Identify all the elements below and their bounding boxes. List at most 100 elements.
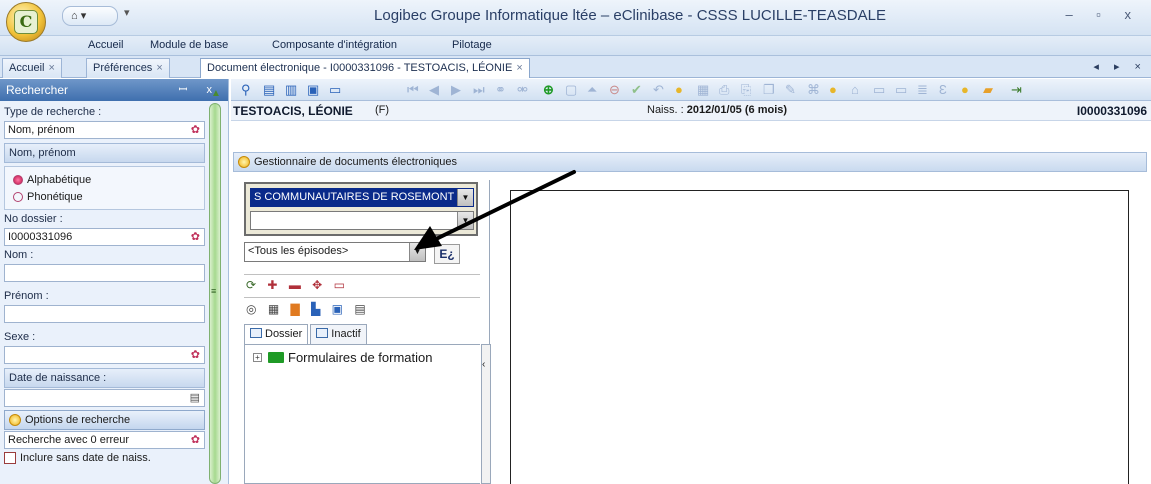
tab-document-electronique[interactable]: Document électronique - I0000331096 - TE… (200, 58, 530, 78)
document-viewer (510, 190, 1129, 484)
tab-preferences[interactable]: Préférences × (86, 58, 170, 78)
tree-item-formulaires[interactable]: + Formulaires de formation (253, 350, 433, 365)
tree-splitter[interactable]: ‹ (481, 344, 491, 484)
menu-pilotage[interactable]: Pilotage (452, 39, 492, 51)
attach-icon[interactable]: ⌘ (807, 82, 820, 98)
undo-icon[interactable]: ↶ (653, 82, 664, 98)
menu-accueil[interactable]: Accueil (88, 39, 123, 51)
copy-icon[interactable]: ❐ (763, 82, 775, 98)
export-icon[interactable]: ▭ (873, 82, 885, 98)
search-icon[interactable]: ⚲ (241, 82, 251, 98)
save-icon[interactable]: ▦ (697, 82, 709, 98)
tab-inactif[interactable]: Inactif (310, 324, 367, 344)
tab-accueil[interactable]: Accueil × (2, 58, 62, 78)
note-icon[interactable]: ● (829, 82, 837, 98)
calendar-icon[interactable]: ▤ (190, 391, 200, 404)
prenom-input[interactable] (4, 305, 205, 323)
status-icon[interactable]: ● (675, 82, 683, 98)
lock-icon[interactable]: ⌂ (851, 82, 859, 98)
new-doc-icon[interactable]: ▢ (565, 82, 577, 98)
link-icon[interactable]: ⚭ (495, 82, 506, 98)
first-page-icon[interactable]: ⏮ (407, 82, 419, 98)
expand-node-icon[interactable]: + (253, 353, 262, 362)
move-icon[interactable]: ✥ (312, 278, 326, 292)
edit-icon[interactable]: ✎ (785, 82, 796, 98)
qat-customize-icon[interactable]: ▾ (124, 6, 130, 19)
properties-icon[interactable]: ▤ (354, 302, 369, 316)
picker-icon[interactable]: ✿ (191, 433, 200, 446)
inclure-sans-date-checkbox[interactable]: Inclure sans date de naiss. (4, 452, 205, 464)
folder-icon[interactable]: ▰ (983, 82, 993, 98)
binoculars-icon[interactable]: ◎ (246, 302, 260, 316)
radio-alphabetique[interactable]: Alphabétique (13, 171, 196, 188)
panel-splitter[interactable]: ▲ ≡ (209, 88, 221, 484)
tab-dossier[interactable]: Dossier (244, 324, 309, 344)
date-naissance-input[interactable]: ▤ (4, 389, 205, 407)
collapse-up-icon[interactable]: ▲ (211, 88, 221, 99)
close-icon[interactable]: × (48, 62, 54, 74)
picker-icon[interactable]: ✿ (191, 348, 200, 361)
print-icon[interactable]: ⎘ (741, 82, 751, 98)
prev-page-icon[interactable]: ◀ (429, 82, 439, 98)
menu-composante-integration[interactable]: Composante d'intégration (272, 39, 397, 51)
next-page-icon[interactable]: ▶ (451, 82, 461, 98)
window-controls[interactable]: – ▫ x (1065, 7, 1141, 22)
report-icon[interactable]: ≣ (917, 82, 928, 98)
import-icon[interactable]: ▭ (895, 82, 907, 98)
menu-module-de-base[interactable]: Module de base (150, 39, 228, 51)
tree-actions-toolbar: ⟳ ✚ ▬ ✥ ▭ (246, 278, 349, 292)
exit-icon[interactable]: ⇥ (1011, 82, 1022, 98)
close-icon[interactable]: × (516, 62, 522, 74)
options-recherche-button[interactable]: Options de recherche (4, 410, 205, 430)
remove-icon[interactable]: ▭ (334, 278, 349, 292)
patient-name: TESTOACIS, LÉONIE (233, 104, 353, 118)
title-bar: C ⌂ ▾ ▾ Logibec Groupe Informatique ltée… (0, 0, 1151, 42)
folder-icon (268, 352, 284, 363)
sign-icon[interactable]: Ɛ (939, 82, 947, 98)
episodes-combobox[interactable]: <Tous les épisodes> ▼ (244, 242, 426, 262)
window-icon[interactable]: ▭ (329, 82, 341, 98)
close-icon[interactable]: × (156, 62, 162, 74)
picker-icon[interactable]: ✿ (191, 123, 200, 136)
validate-icon[interactable]: ✔ (631, 82, 642, 98)
alert-icon[interactable]: ● (961, 82, 969, 98)
nom-input[interactable] (4, 264, 205, 282)
list-view-icon[interactable]: ▤ (263, 82, 275, 98)
radio-phonetique[interactable]: Phonétique (13, 188, 196, 205)
image-icon[interactable]: ▣ (307, 82, 319, 98)
calendar-icon[interactable]: ▦ (268, 302, 283, 316)
collapse-icon[interactable]: ▬ (289, 278, 305, 292)
patient-sex: (F) (375, 104, 390, 116)
eclinibase-logo-icon: C (14, 10, 38, 34)
upload-icon[interactable]: ⏶ (587, 82, 597, 98)
tree-view-icon[interactable]: ▙ (311, 302, 324, 316)
detail-view-icon[interactable]: ▥ (285, 82, 297, 98)
tab-label: Accueil (9, 62, 45, 74)
document-toolbar: ⚲ ▤ ▥ ▣ ▭ ⏮ ◀ ▶ ⏭ ⚭ ⚮ ⊕ ▢ ⏶ ⊖ ✔ ↶ ● ▦ ⎙ … (231, 79, 1151, 101)
search-type-field[interactable]: Nom, prénom ✿ (4, 121, 205, 139)
last-page-icon[interactable]: ⏭ (473, 82, 485, 98)
unlink-icon[interactable]: ⚮ (517, 82, 528, 98)
dossier-input[interactable]: I0000331096 ✿ (4, 228, 205, 246)
quick-access-toolbar[interactable]: ⌂ ▾ (62, 6, 118, 26)
radio-phon-label: Phonétique (27, 190, 83, 203)
splitter-grip-icon[interactable]: ≡ (211, 286, 216, 296)
app-orb-button[interactable]: C (6, 2, 46, 42)
tile-view-icon[interactable]: ▇ (291, 302, 304, 316)
collapse-left-icon[interactable]: ‹ (482, 359, 485, 370)
delete-icon[interactable]: ⊖ (609, 82, 620, 98)
tab-scroll-arrows-icon[interactable]: ◂ ▸ × (1093, 60, 1147, 73)
tree-item-label: Formulaires de formation (288, 350, 433, 365)
grid-view-icon[interactable]: ▣ (332, 302, 347, 316)
picker-icon[interactable]: ✿ (191, 230, 200, 243)
refresh-icon[interactable]: ⟳ (246, 278, 260, 292)
add-icon[interactable]: ⊕ (543, 82, 554, 98)
patient-banner: TESTOACIS, LÉONIE (F) Naiss. : 2012/01/0… (231, 101, 1151, 121)
scan-icon[interactable]: ⎙ (719, 82, 729, 98)
nom-label: Nom : (4, 249, 34, 261)
erreur-field[interactable]: Recherche avec 0 erreur ✿ (4, 431, 205, 449)
expand-icon[interactable]: ✚ (267, 278, 281, 292)
sexe-input[interactable]: ✿ (4, 346, 205, 364)
dossier-value: I0000331096 (8, 231, 73, 243)
gestionnaire-icon (238, 156, 250, 168)
